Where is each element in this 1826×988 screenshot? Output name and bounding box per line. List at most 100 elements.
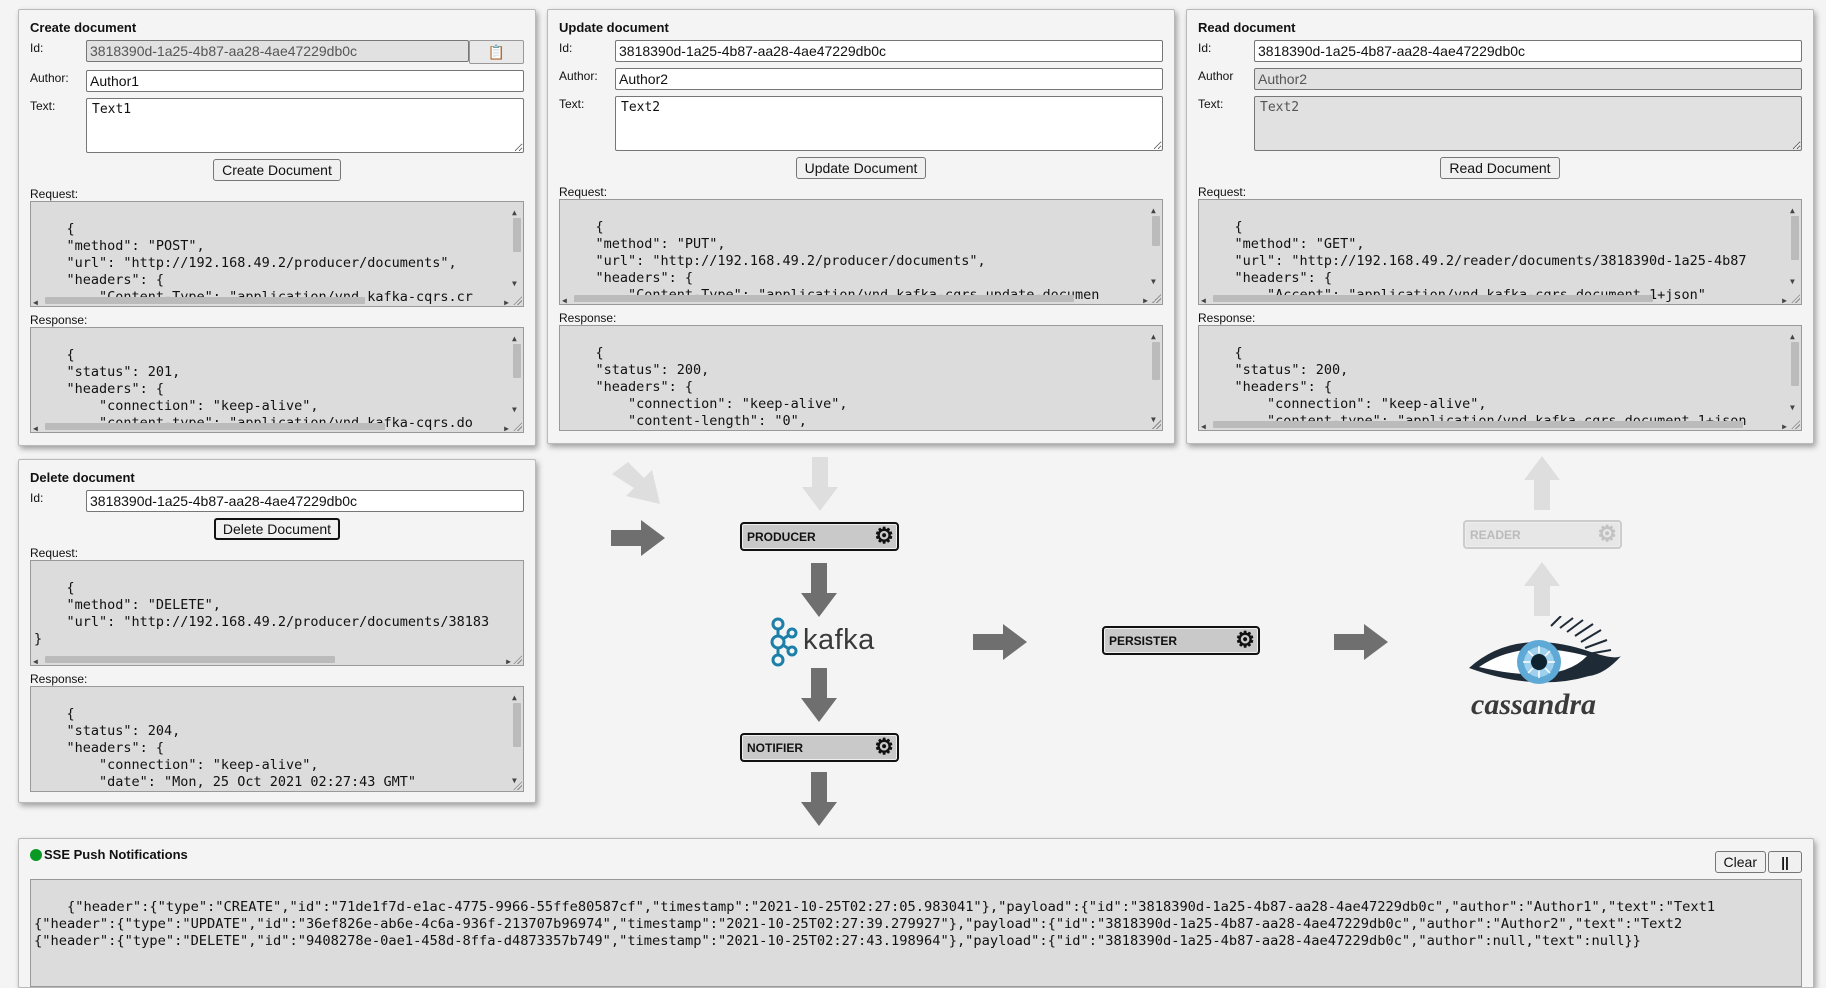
read-request-body: { "method": "GET", "url": "http://192.16… bbox=[1234, 219, 1747, 303]
update-request-box[interactable]: { "method": "PUT", "url": "http://192.16… bbox=[559, 199, 1163, 305]
vertical-scrollbar[interactable]: ▲▼ bbox=[1788, 202, 1800, 290]
create-text-field[interactable]: Text1 bbox=[86, 98, 524, 153]
vertical-scrollbar[interactable]: ▲▼ bbox=[1788, 328, 1800, 416]
producer-service: PRODUCER ⚙ bbox=[740, 522, 899, 551]
create-response-box[interactable]: { "status": 201, "headers": { "connectio… bbox=[30, 327, 524, 433]
clear-button[interactable]: Clear bbox=[1714, 851, 1766, 873]
reader-service: READER ⚙ bbox=[1463, 520, 1622, 549]
gear-icon: ⚙ bbox=[1235, 627, 1255, 652]
read-text-field: Text2 bbox=[1254, 96, 1802, 151]
read-response-box[interactable]: { "status": 200, "headers": { "connectio… bbox=[1198, 325, 1802, 431]
persister-to-cassandra-arrow bbox=[1334, 624, 1388, 660]
update-text-label: Text: bbox=[559, 97, 585, 111]
create-request-body: { "method": "POST", "url": "http://192.1… bbox=[66, 221, 473, 305]
read-id-field[interactable] bbox=[1254, 40, 1802, 62]
resize-handle[interactable] bbox=[1152, 294, 1161, 303]
delete-request-label: Request: bbox=[30, 546, 79, 560]
read-document-button[interactable]: Read Document bbox=[1440, 157, 1560, 179]
delete-response-label: Response: bbox=[30, 672, 88, 686]
read-response-label: Response: bbox=[1198, 311, 1256, 325]
cassandra-logo: cassandra bbox=[1465, 616, 1625, 726]
delete-document-title: Delete document bbox=[30, 470, 135, 485]
update-author-label: Author: bbox=[559, 69, 598, 83]
create-document-button[interactable]: Create Document bbox=[213, 159, 341, 181]
update-document-panel: Update document Id: Author: Text: Text2 … bbox=[547, 9, 1175, 444]
delete-id-field[interactable] bbox=[86, 490, 524, 512]
sse-panel: SSE Push Notifications Clear || {"header… bbox=[18, 838, 1814, 988]
read-author-field bbox=[1254, 68, 1802, 90]
sse-title: SSE Push Notifications bbox=[44, 847, 188, 862]
connection-status-indicator bbox=[30, 848, 42, 861]
update-id-field[interactable] bbox=[615, 40, 1163, 62]
persister-label: PERSISTER bbox=[1109, 633, 1178, 648]
create-author-label: Author: bbox=[30, 71, 69, 85]
notifier-to-sse-arrow bbox=[801, 772, 837, 826]
persister-service: PERSISTER ⚙ bbox=[1102, 626, 1260, 655]
delete-request-body: { "method": "DELETE", "url": "http://192… bbox=[34, 580, 490, 647]
resize-handle[interactable] bbox=[1152, 420, 1161, 429]
resize-handle[interactable] bbox=[513, 781, 522, 790]
cassandra-wordmark: cassandra bbox=[1471, 688, 1597, 721]
update-document-button[interactable]: Update Document bbox=[795, 157, 927, 179]
resize-handle[interactable] bbox=[513, 422, 522, 431]
update-flow-arrow bbox=[802, 457, 838, 511]
update-document-title: Update document bbox=[559, 20, 669, 35]
reader-label: READER bbox=[1470, 527, 1521, 542]
read-response-body: { "status": 200, "headers": { "connectio… bbox=[1234, 345, 1747, 429]
read-document-panel: Read document Id: Author Text: Text2 Rea… bbox=[1186, 9, 1814, 444]
delete-request-box[interactable]: { "method": "DELETE", "url": "http://192… bbox=[30, 560, 524, 666]
update-author-field[interactable] bbox=[615, 68, 1163, 90]
kafka-to-notifier-arrow bbox=[801, 668, 837, 722]
vertical-scrollbar[interactable]: ▲▼ bbox=[510, 689, 522, 789]
create-request-box[interactable]: { "method": "POST", "url": "http://192.1… bbox=[30, 201, 524, 307]
notifier-service: NOTIFIER ⚙ bbox=[740, 733, 899, 762]
horizontal-scrollbar[interactable]: ◀ ▶ bbox=[1201, 292, 1787, 304]
resize-handle[interactable] bbox=[513, 296, 522, 305]
delete-document-button[interactable]: Delete Document bbox=[213, 518, 341, 540]
read-document-title: Read document bbox=[1198, 20, 1296, 35]
update-response-box[interactable]: { "status": 200, "headers": { "connectio… bbox=[559, 325, 1163, 431]
copy-id-button[interactable]: 📋 bbox=[469, 40, 524, 64]
read-request-box[interactable]: { "method": "GET", "url": "http://192.16… bbox=[1198, 199, 1802, 305]
read-author-label: Author bbox=[1198, 69, 1234, 83]
read-text-label: Text: bbox=[1198, 97, 1224, 111]
vertical-scrollbar[interactable]: ▲▼ bbox=[510, 204, 522, 292]
horizontal-scrollbar[interactable]: ◀ ▶ bbox=[562, 292, 1148, 304]
cassandra-eye-icon bbox=[1469, 616, 1621, 684]
producer-label: PRODUCER bbox=[747, 529, 816, 544]
horizontal-scrollbar[interactable]: ◀ ▶ bbox=[33, 294, 509, 306]
create-text-label: Text: bbox=[30, 99, 56, 113]
resize-handle[interactable] bbox=[1791, 420, 1800, 429]
pause-button[interactable]: || bbox=[1768, 851, 1802, 873]
clipboard-icon: 📋 bbox=[487, 43, 506, 60]
create-author-field[interactable] bbox=[86, 70, 524, 92]
kafka-icon bbox=[770, 617, 798, 667]
horizontal-scrollbar[interactable]: ◀ ▶ bbox=[1201, 418, 1787, 430]
create-document-panel: Create document Id: 📋 Author: Text: Text… bbox=[18, 9, 536, 446]
create-flow-arrow bbox=[612, 462, 660, 504]
cassandra-to-reader-arrow bbox=[1524, 562, 1560, 616]
horizontal-scrollbar[interactable]: ◀ ▶ bbox=[33, 653, 521, 665]
update-text-field[interactable]: Text2 bbox=[615, 96, 1163, 151]
resize-handle[interactable] bbox=[1791, 294, 1800, 303]
gear-icon: ⚙ bbox=[1597, 521, 1617, 546]
sse-log[interactable]: {"header":{"type":"CREATE","id":"71de1f7… bbox=[30, 879, 1802, 987]
vertical-scrollbar[interactable]: ▲▼ bbox=[1149, 328, 1161, 428]
resize-handle[interactable] bbox=[513, 655, 522, 664]
create-document-title: Create document bbox=[30, 20, 137, 35]
delete-response-box[interactable]: { "status": 204, "headers": { "connectio… bbox=[30, 686, 524, 792]
vertical-scrollbar[interactable]: ▲▼ bbox=[510, 330, 522, 418]
update-request-label: Request: bbox=[559, 185, 608, 199]
pause-icon: || bbox=[1781, 854, 1789, 870]
create-id-field[interactable] bbox=[86, 40, 469, 62]
vertical-scrollbar[interactable]: ▲▼ bbox=[1149, 202, 1161, 290]
create-response-body: { "status": 201, "headers": { "connectio… bbox=[66, 347, 473, 431]
gear-icon: ⚙ bbox=[874, 523, 894, 548]
sse-log-lines: {"header":{"type":"CREATE","id":"71de1f7… bbox=[34, 899, 1716, 949]
kafka-wordmark: kafka bbox=[803, 624, 875, 656]
update-response-body: { "status": 200, "headers": { "connectio… bbox=[595, 345, 848, 429]
horizontal-scrollbar[interactable]: ◀ ▶ bbox=[33, 420, 509, 432]
reader-to-read-arrow bbox=[1524, 456, 1560, 510]
producer-to-kafka-arrow bbox=[801, 563, 837, 617]
kafka-to-persister-arrow bbox=[973, 624, 1027, 660]
